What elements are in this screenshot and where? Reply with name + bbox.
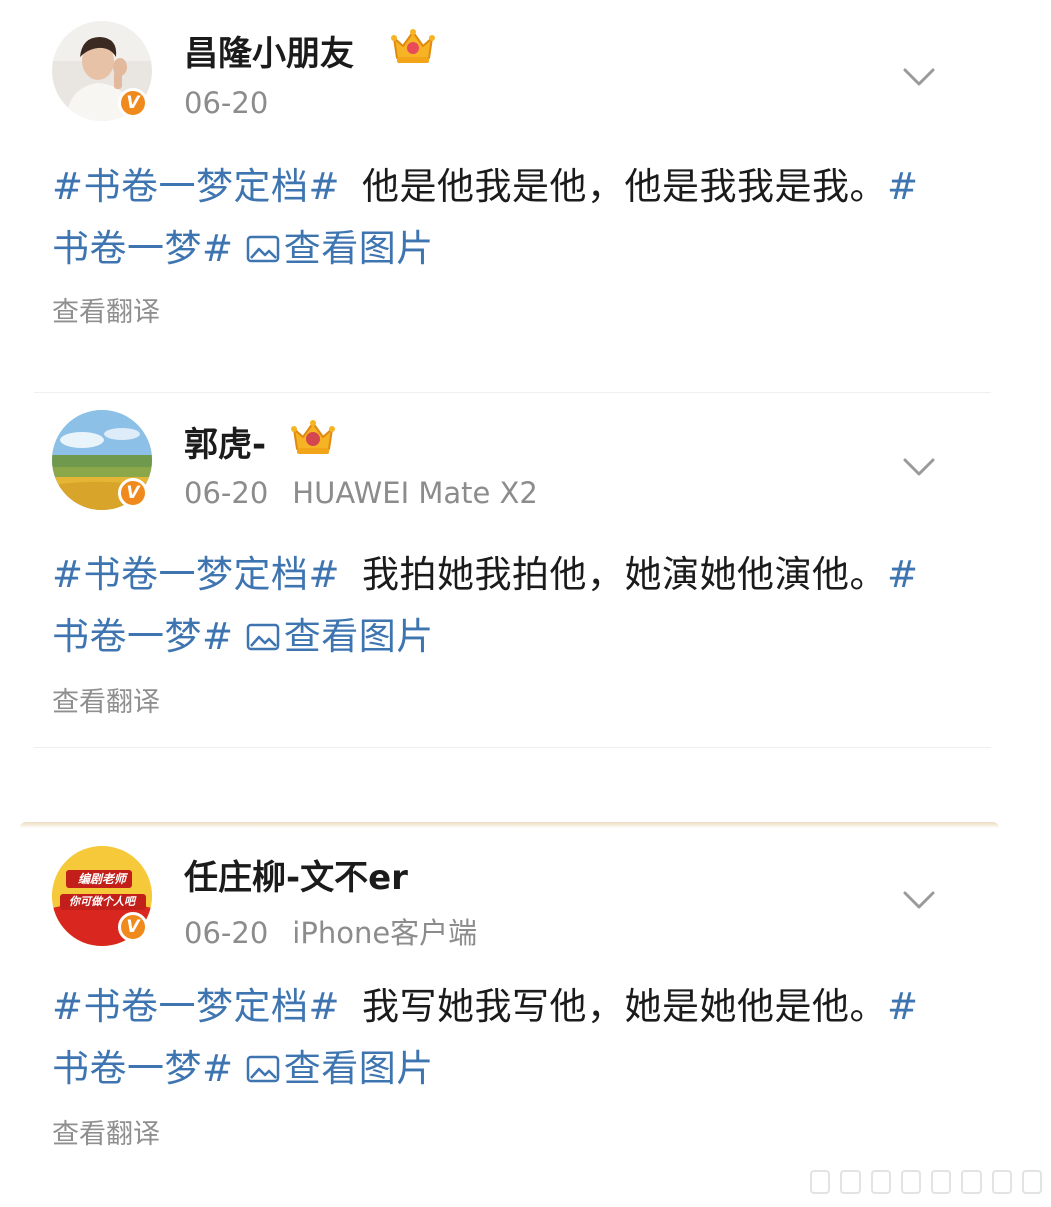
verified-badge-icon: V (118, 88, 148, 118)
image-icon (246, 623, 280, 651)
image-icon (246, 235, 280, 263)
post-date: 06-20 (184, 86, 269, 120)
topic-link-end[interactable]: 书卷一梦# (52, 227, 234, 270)
chevron-down-icon[interactable] (902, 66, 936, 88)
verified-badge-icon: V (118, 478, 148, 508)
username[interactable]: 郭虎- (184, 417, 266, 466)
topic-link-end[interactable]: 书卷一梦# (52, 1047, 234, 1090)
image-icon (246, 1055, 280, 1083)
topic-link-start[interactable]: # (887, 165, 919, 208)
post-text: 我写她我写他，她是她他是他。 (362, 985, 888, 1028)
translate-link[interactable]: 查看翻译 (52, 290, 160, 329)
view-pictures-label: 查看图片 (283, 615, 434, 658)
card-divider (20, 822, 999, 828)
weibo-post: V 郭虎- 06-20 HUAWEI Mate X2 #书卷一梦定档# 我拍她我拍他… (0, 392, 1051, 752)
view-pictures-link[interactable]: 查看图片 (246, 615, 434, 658)
view-pictures-label: 查看图片 (283, 227, 434, 270)
weibo-post: V 昌隆小朋友 06-20 #书卷一梦定档# 他是他我是他，他是我我是我。# 书卷一… (0, 0, 1051, 360)
chevron-down-icon[interactable] (902, 889, 936, 911)
post-content: #书卷一梦定档# 他是他我是他，他是我我是我。# 书卷一梦# 查看图片 (52, 156, 982, 280)
crown-icon (391, 29, 435, 63)
weibo-post: 编剧老师 你可做个人吧 V 任庄柳-文不er 06-20 iPhone客户端 #书… (0, 822, 1051, 1207)
topic-link[interactable]: #书卷一梦定档# (52, 165, 340, 208)
post-source: HUAWEI Mate X2 (292, 476, 538, 510)
post-content: #书卷一梦定档# 我拍她我拍他，她演她他演他。# 书卷一梦# 查看图片 (52, 544, 982, 668)
topic-link[interactable]: #书卷一梦定档# (52, 985, 340, 1028)
crown-icon (291, 420, 335, 454)
watermark-icon (810, 1168, 1042, 1196)
view-pictures-link[interactable]: 查看图片 (246, 227, 434, 270)
post-date: 06-20 (184, 916, 269, 950)
topic-link-end[interactable]: 书卷一梦# (52, 615, 234, 658)
username[interactable]: 昌隆小朋友 (184, 26, 354, 75)
topic-link-start[interactable]: # (887, 985, 919, 1028)
translate-link[interactable]: 查看翻译 (52, 680, 160, 719)
post-text: 我拍她我拍他，她演她他演他。 (362, 553, 888, 596)
post-meta: 06-20 (184, 86, 268, 120)
post-text: 他是他我是他，他是我我是我。 (362, 165, 888, 208)
post-date: 06-20 (184, 476, 269, 510)
view-pictures-label: 查看图片 (283, 1047, 434, 1090)
chevron-down-icon[interactable] (902, 456, 936, 478)
topic-link-start[interactable]: # (887, 553, 919, 596)
post-content: #书卷一梦定档# 我写她我写他，她是她他是他。# 书卷一梦# 查看图片 (52, 976, 982, 1100)
post-meta: 06-20 HUAWEI Mate X2 (184, 476, 538, 510)
username[interactable]: 任庄柳-文不er (184, 850, 408, 899)
avatar-caption-2: 你可做个人吧 (69, 895, 135, 908)
post-source: iPhone客户端 (292, 916, 478, 950)
topic-link[interactable]: #书卷一梦定档# (52, 553, 340, 596)
post-meta: 06-20 iPhone客户端 (184, 910, 477, 952)
view-pictures-link[interactable]: 查看图片 (246, 1047, 434, 1090)
avatar-caption-1: 编剧老师 (77, 872, 126, 886)
translate-link[interactable]: 查看翻译 (52, 1112, 160, 1151)
verified-badge-icon: V (118, 912, 148, 942)
